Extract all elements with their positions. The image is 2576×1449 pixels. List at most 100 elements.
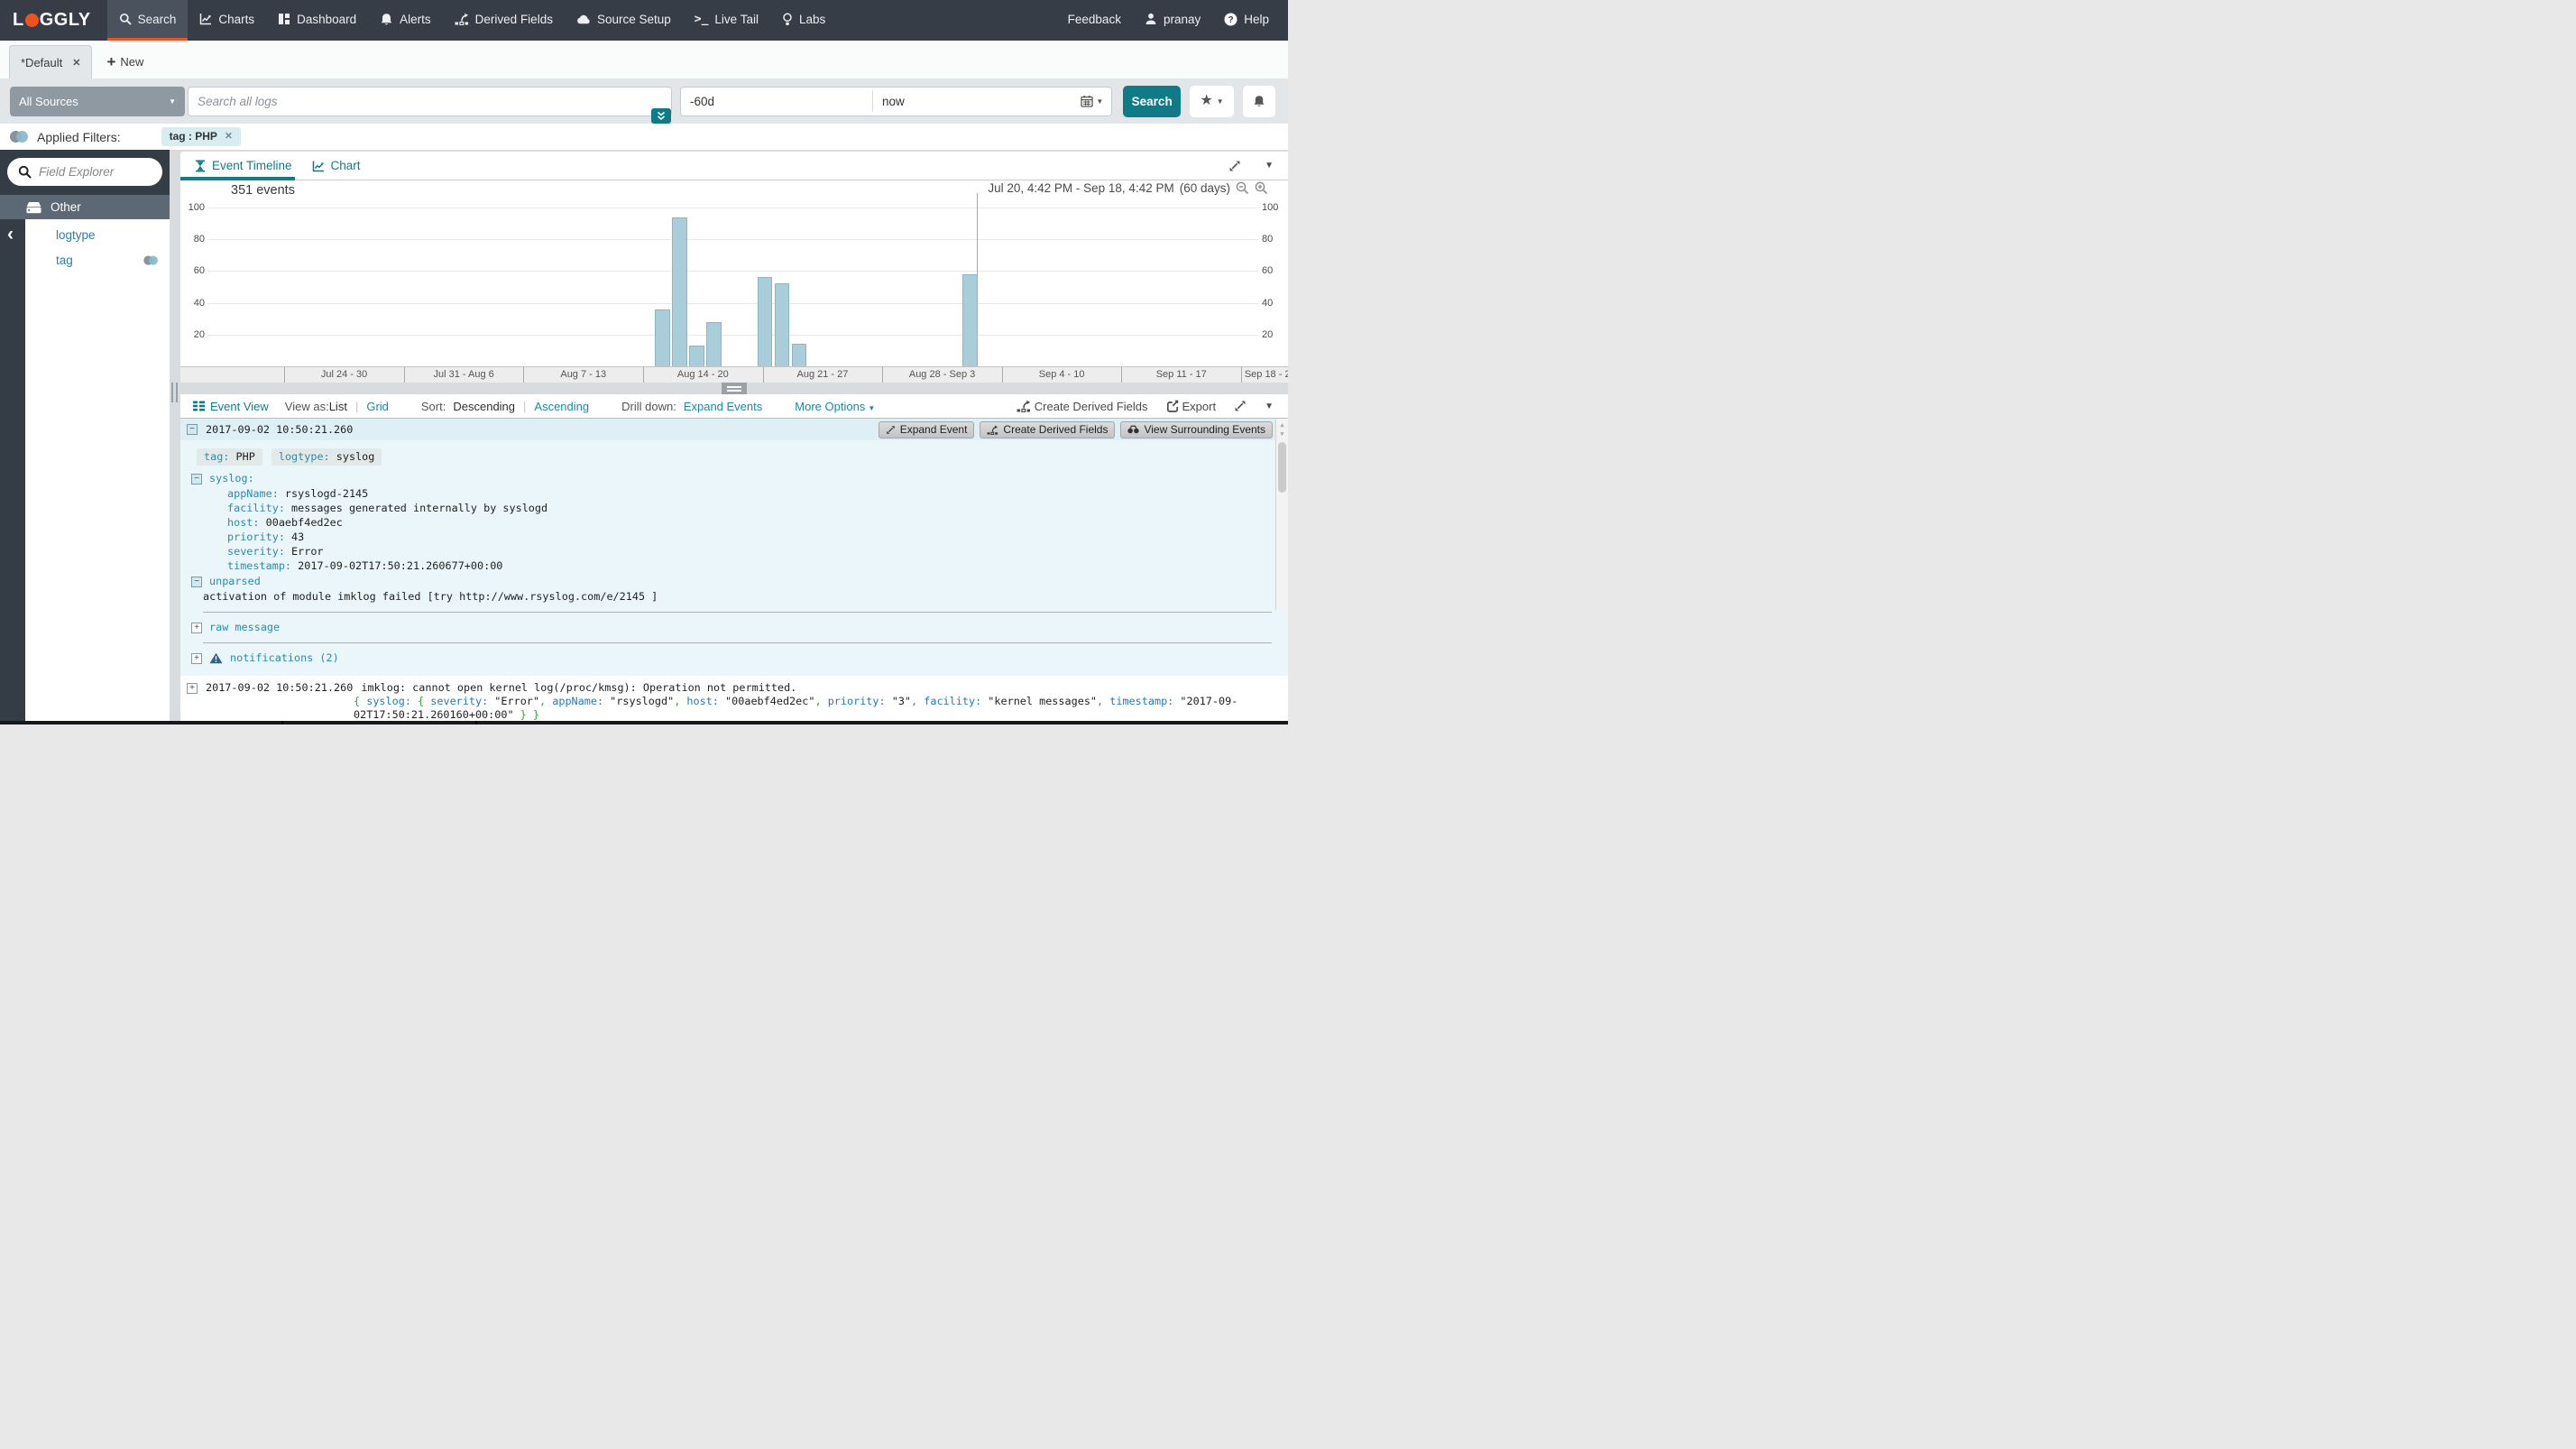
nav-item-source-setup[interactable]: Source Setup — [565, 0, 683, 41]
warning-icon — [209, 652, 223, 664]
view-as-list[interactable]: List — [329, 400, 347, 413]
timeline-x-axis[interactable]: Jul 24 - 30Jul 31 - Aug 6Aug 7 - 13Aug 1… — [180, 366, 1288, 383]
username-label: pranay — [1164, 13, 1201, 26]
search-input[interactable] — [188, 87, 672, 116]
timeline-bar-aug-15[interactable] — [655, 309, 670, 366]
nav-item-derived-fields[interactable]: Derived Fields — [443, 0, 565, 41]
help-menu[interactable]: ? Help — [1212, 0, 1281, 41]
expand-node-icon[interactable]: + — [191, 623, 202, 633]
nav-item-charts[interactable]: Charts — [188, 0, 266, 41]
field-explorer-input[interactable] — [39, 165, 136, 179]
x-axis-section-label: Aug 21 - 27 — [797, 369, 849, 380]
button-label: Expand Event — [900, 423, 968, 436]
y-axis-label: 100 — [1262, 202, 1285, 213]
scrollbar-thumb[interactable] — [1278, 442, 1286, 493]
sidebar-group-label: Other — [51, 200, 81, 214]
sort-ascending[interactable]: Ascending — [534, 400, 589, 413]
view-surrounding-events-button[interactable]: View Surrounding Events — [1120, 421, 1273, 438]
event-view-control[interactable]: Event View — [193, 400, 269, 413]
caret-down-icon: ▼ — [868, 404, 875, 412]
tag-pill[interactable]: tag: PHP — [197, 448, 262, 466]
scroll-up-icon[interactable]: ▲ — [1276, 421, 1288, 429]
field-explorer-searchbox[interactable] — [7, 158, 162, 186]
sidebar-resize-grip[interactable] — [171, 383, 178, 402]
collapse-node-icon[interactable]: − — [191, 474, 202, 485]
remove-filter-icon[interactable]: ✕ — [225, 131, 233, 142]
field-key: appName: — [227, 487, 279, 500]
expand-events-link[interactable]: Expand Events — [684, 400, 762, 413]
export-icon — [1166, 400, 1179, 412]
x-axis-tick — [1121, 367, 1122, 383]
logtype-pill[interactable]: logtype: syslog — [271, 448, 382, 466]
expand-event-icon[interactable]: + — [187, 683, 198, 694]
tab-event-timeline[interactable]: Event Timeline — [180, 152, 302, 180]
collapse-node-icon[interactable]: − — [191, 577, 202, 587]
alerts-bell-button[interactable] — [1243, 86, 1275, 117]
collapse-panel-caret-icon[interactable]: ▼ — [1265, 401, 1274, 411]
calendar-picker[interactable]: ▼ — [1081, 95, 1111, 107]
search-button[interactable]: Search — [1123, 86, 1181, 117]
main-panel: Event Timeline Chart ▼ 351 events Jul 20… — [180, 152, 1288, 721]
timeline-bar-aug-21[interactable] — [758, 277, 773, 366]
timeline-bar-sep-2[interactable] — [962, 274, 978, 366]
nav-item-live-tail[interactable]: >_ Live Tail — [683, 0, 770, 41]
sidebar-item-logtype[interactable]: logtype — [25, 219, 170, 245]
time-to-input[interactable] — [873, 95, 1081, 108]
zoom-in-icon[interactable] — [1255, 181, 1268, 195]
sidebar-group-other[interactable]: Other — [0, 195, 170, 219]
nav-item-alerts[interactable]: Alerts — [368, 0, 443, 41]
timeline-bar-aug-23[interactable] — [792, 344, 807, 366]
syslog-node: − syslog: — [191, 472, 1288, 485]
collapse-event-icon[interactable]: − — [187, 424, 198, 435]
loggly-logo[interactable]: LGGLY — [0, 0, 107, 41]
gridline — [207, 271, 1258, 272]
view-as-grid[interactable]: Grid — [366, 400, 389, 413]
pill-value: syslog — [330, 450, 375, 463]
event-row[interactable]: + 2017-09-02 10:50:21.260 imklog: cannot… — [180, 676, 1288, 721]
expand-search-options-button[interactable] — [651, 108, 671, 124]
x-axis-section-label: Sep 18 - 24 — [1245, 369, 1288, 380]
more-options-menu[interactable]: More Options▼ — [795, 400, 875, 413]
notifications-node: + notifications (2) — [191, 651, 1288, 665]
field-key: facility: — [227, 502, 285, 514]
range-days: (60 days) — [1180, 181, 1230, 195]
timeline-bar-aug-17[interactable] — [689, 346, 704, 366]
nav-item-dashboard[interactable]: Dashboard — [266, 0, 368, 41]
saved-searches-button[interactable]: ★▼ — [1190, 86, 1234, 117]
event-list-scrollbar[interactable]: ▲ ▼ — [1275, 419, 1288, 610]
create-derived-fields-button[interactable]: Create Derived Fields — [980, 421, 1115, 438]
expand-event-button[interactable]: Expand Event — [879, 421, 975, 438]
user-menu[interactable]: pranay — [1133, 0, 1212, 41]
x-axis-tick — [284, 367, 285, 383]
nav-item-labs[interactable]: Labs — [770, 0, 837, 41]
timeline-bar-aug-18[interactable] — [706, 322, 722, 366]
timeline-plot[interactable]: 2020404060608080100100 — [207, 193, 1258, 366]
tab-default[interactable]: *Default ✕ — [9, 45, 92, 78]
feedback-link[interactable]: Feedback — [1056, 0, 1133, 41]
collapse-sidebar-icon[interactable]: ‹ — [7, 225, 14, 244]
nav-item-search[interactable]: Search — [107, 0, 189, 41]
scroll-down-icon[interactable]: ▼ — [1276, 430, 1288, 438]
close-tab-icon[interactable]: ✕ — [72, 57, 80, 69]
plus-icon: + — [106, 54, 115, 69]
export-button[interactable]: Export — [1166, 400, 1217, 413]
panel-resize-handle[interactable] — [722, 383, 747, 394]
zoom-out-icon[interactable] — [1236, 181, 1249, 195]
expand-node-icon[interactable]: + — [191, 653, 202, 664]
timeline-bar-aug-22[interactable] — [775, 283, 790, 366]
x-axis-section-label: Aug 28 - Sep 3 — [909, 369, 975, 380]
sort-descending[interactable]: Descending — [453, 400, 515, 413]
event-row-header-selected[interactable]: − 2017-09-02 10:50:21.260 Expand Event C… — [180, 419, 1288, 440]
source-groups-dropdown[interactable]: All Sources ▼ — [10, 87, 185, 116]
tab-chart[interactable]: Chart — [302, 152, 371, 180]
expand-panel-icon[interactable] — [1234, 400, 1247, 412]
create-derived-fields-button[interactable]: Create Derived Fields — [1017, 400, 1148, 413]
chart-header: 351 events Jul 20, 4:42 PM - Sep 18, 4:4… — [180, 180, 1288, 193]
timeline-bar-aug-16[interactable] — [672, 217, 687, 366]
collapse-panel-caret-icon[interactable]: ▼ — [1265, 161, 1274, 171]
new-tab-button[interactable]: + New — [92, 45, 158, 78]
expand-panel-icon[interactable] — [1228, 160, 1241, 172]
filter-pill-tag-php[interactable]: tag : PHP ✕ — [161, 127, 241, 146]
time-from-input[interactable] — [681, 95, 872, 108]
sidebar-item-tag[interactable]: tag — [25, 245, 170, 270]
